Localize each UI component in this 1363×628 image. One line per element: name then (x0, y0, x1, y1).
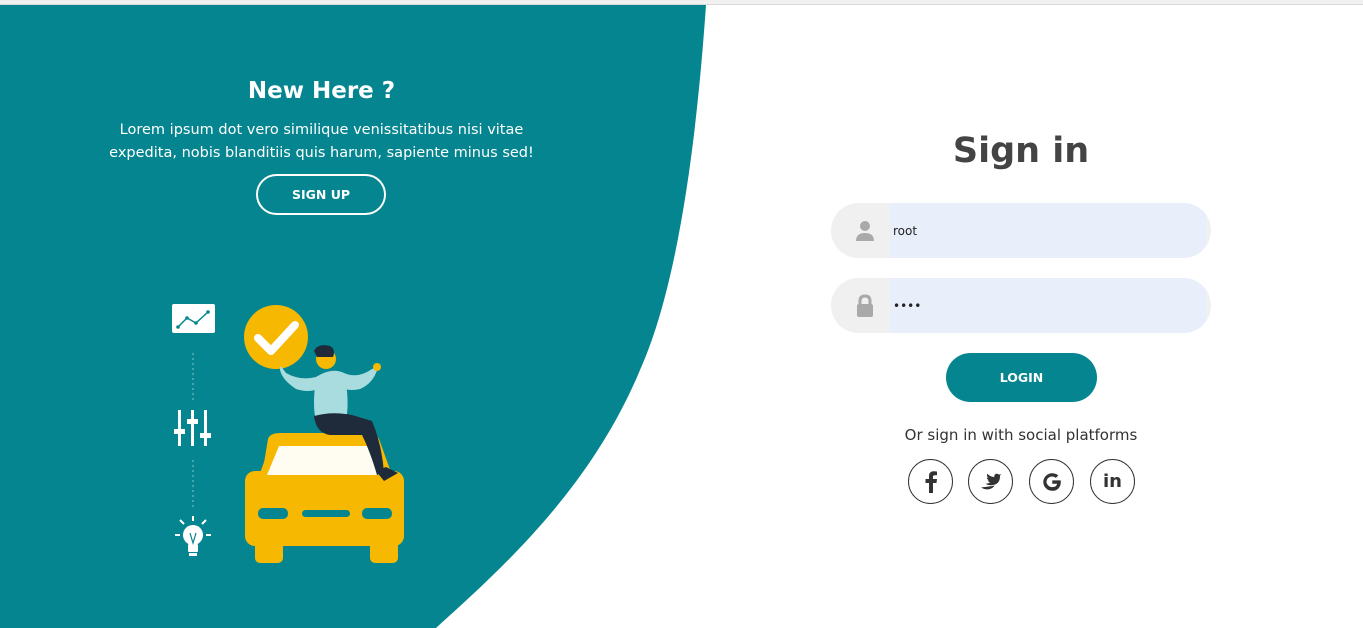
google-icon (1042, 472, 1061, 491)
sliders-icon (174, 410, 211, 446)
facebook-icon (925, 470, 937, 493)
login-button[interactable]: LOGIN (946, 353, 1097, 402)
checkmark-badge-icon (244, 305, 308, 369)
lock-icon (857, 294, 873, 317)
username-input[interactable] (890, 203, 1206, 258)
car-illustration (172, 304, 404, 563)
description-line-2: expedita, nobis blanditiis quis harum, s… (109, 145, 534, 161)
new-here-description: Lorem ipsum dot vero similique venissita… (92, 119, 551, 165)
username-field (831, 203, 1211, 258)
twitter-icon (980, 473, 1001, 489)
sign-up-button[interactable]: SIGN UP (256, 174, 386, 215)
left-panel: New Here ? Lorem ipsum dot vero similiqu… (0, 5, 700, 628)
facebook-button[interactable] (908, 459, 953, 504)
lightbulb-icon (175, 516, 211, 556)
password-input[interactable] (890, 278, 1206, 333)
social-signin-text: Or sign in with social platforms (904, 426, 1138, 444)
password-field (831, 278, 1211, 333)
username-input-wrapper (890, 203, 1206, 258)
twitter-button[interactable] (968, 459, 1013, 504)
google-button[interactable] (1029, 459, 1074, 504)
linkedin-icon: in (1103, 471, 1122, 492)
password-input-wrapper (890, 278, 1206, 333)
new-here-title: New Here ? (247, 78, 396, 104)
sign-in-title: Sign in (952, 131, 1090, 171)
chart-icon (172, 304, 215, 333)
user-icon (856, 221, 874, 241)
description-line-1: Lorem ipsum dot vero similique venissita… (119, 122, 524, 138)
linkedin-button[interactable]: in (1090, 459, 1135, 504)
